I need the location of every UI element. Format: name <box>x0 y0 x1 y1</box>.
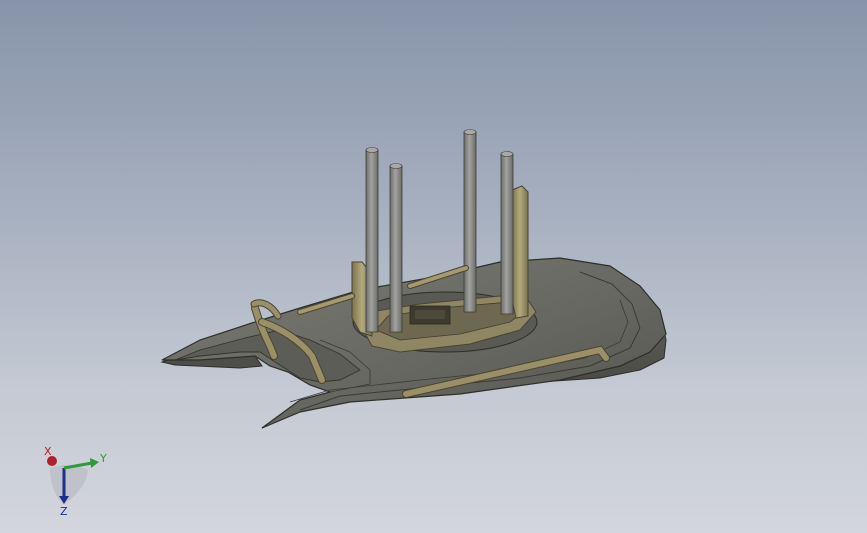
x-axis-label: X <box>44 445 52 458</box>
graphics-viewport[interactable]: X Y Z <box>0 0 867 533</box>
pillar-2 <box>389 163 403 333</box>
bracket-right <box>511 185 529 319</box>
z-axis-label: Z <box>60 505 68 518</box>
triad-sphere <box>50 465 88 504</box>
pillar-4 <box>500 151 514 315</box>
y-axis-label: Y <box>99 452 107 465</box>
pillar-1 <box>365 147 379 333</box>
3d-model-view[interactable] <box>0 0 867 533</box>
orientation-triad[interactable]: X Y Z <box>36 442 116 522</box>
y-axis-arrow-icon <box>90 458 99 468</box>
pillar-3 <box>463 129 477 313</box>
